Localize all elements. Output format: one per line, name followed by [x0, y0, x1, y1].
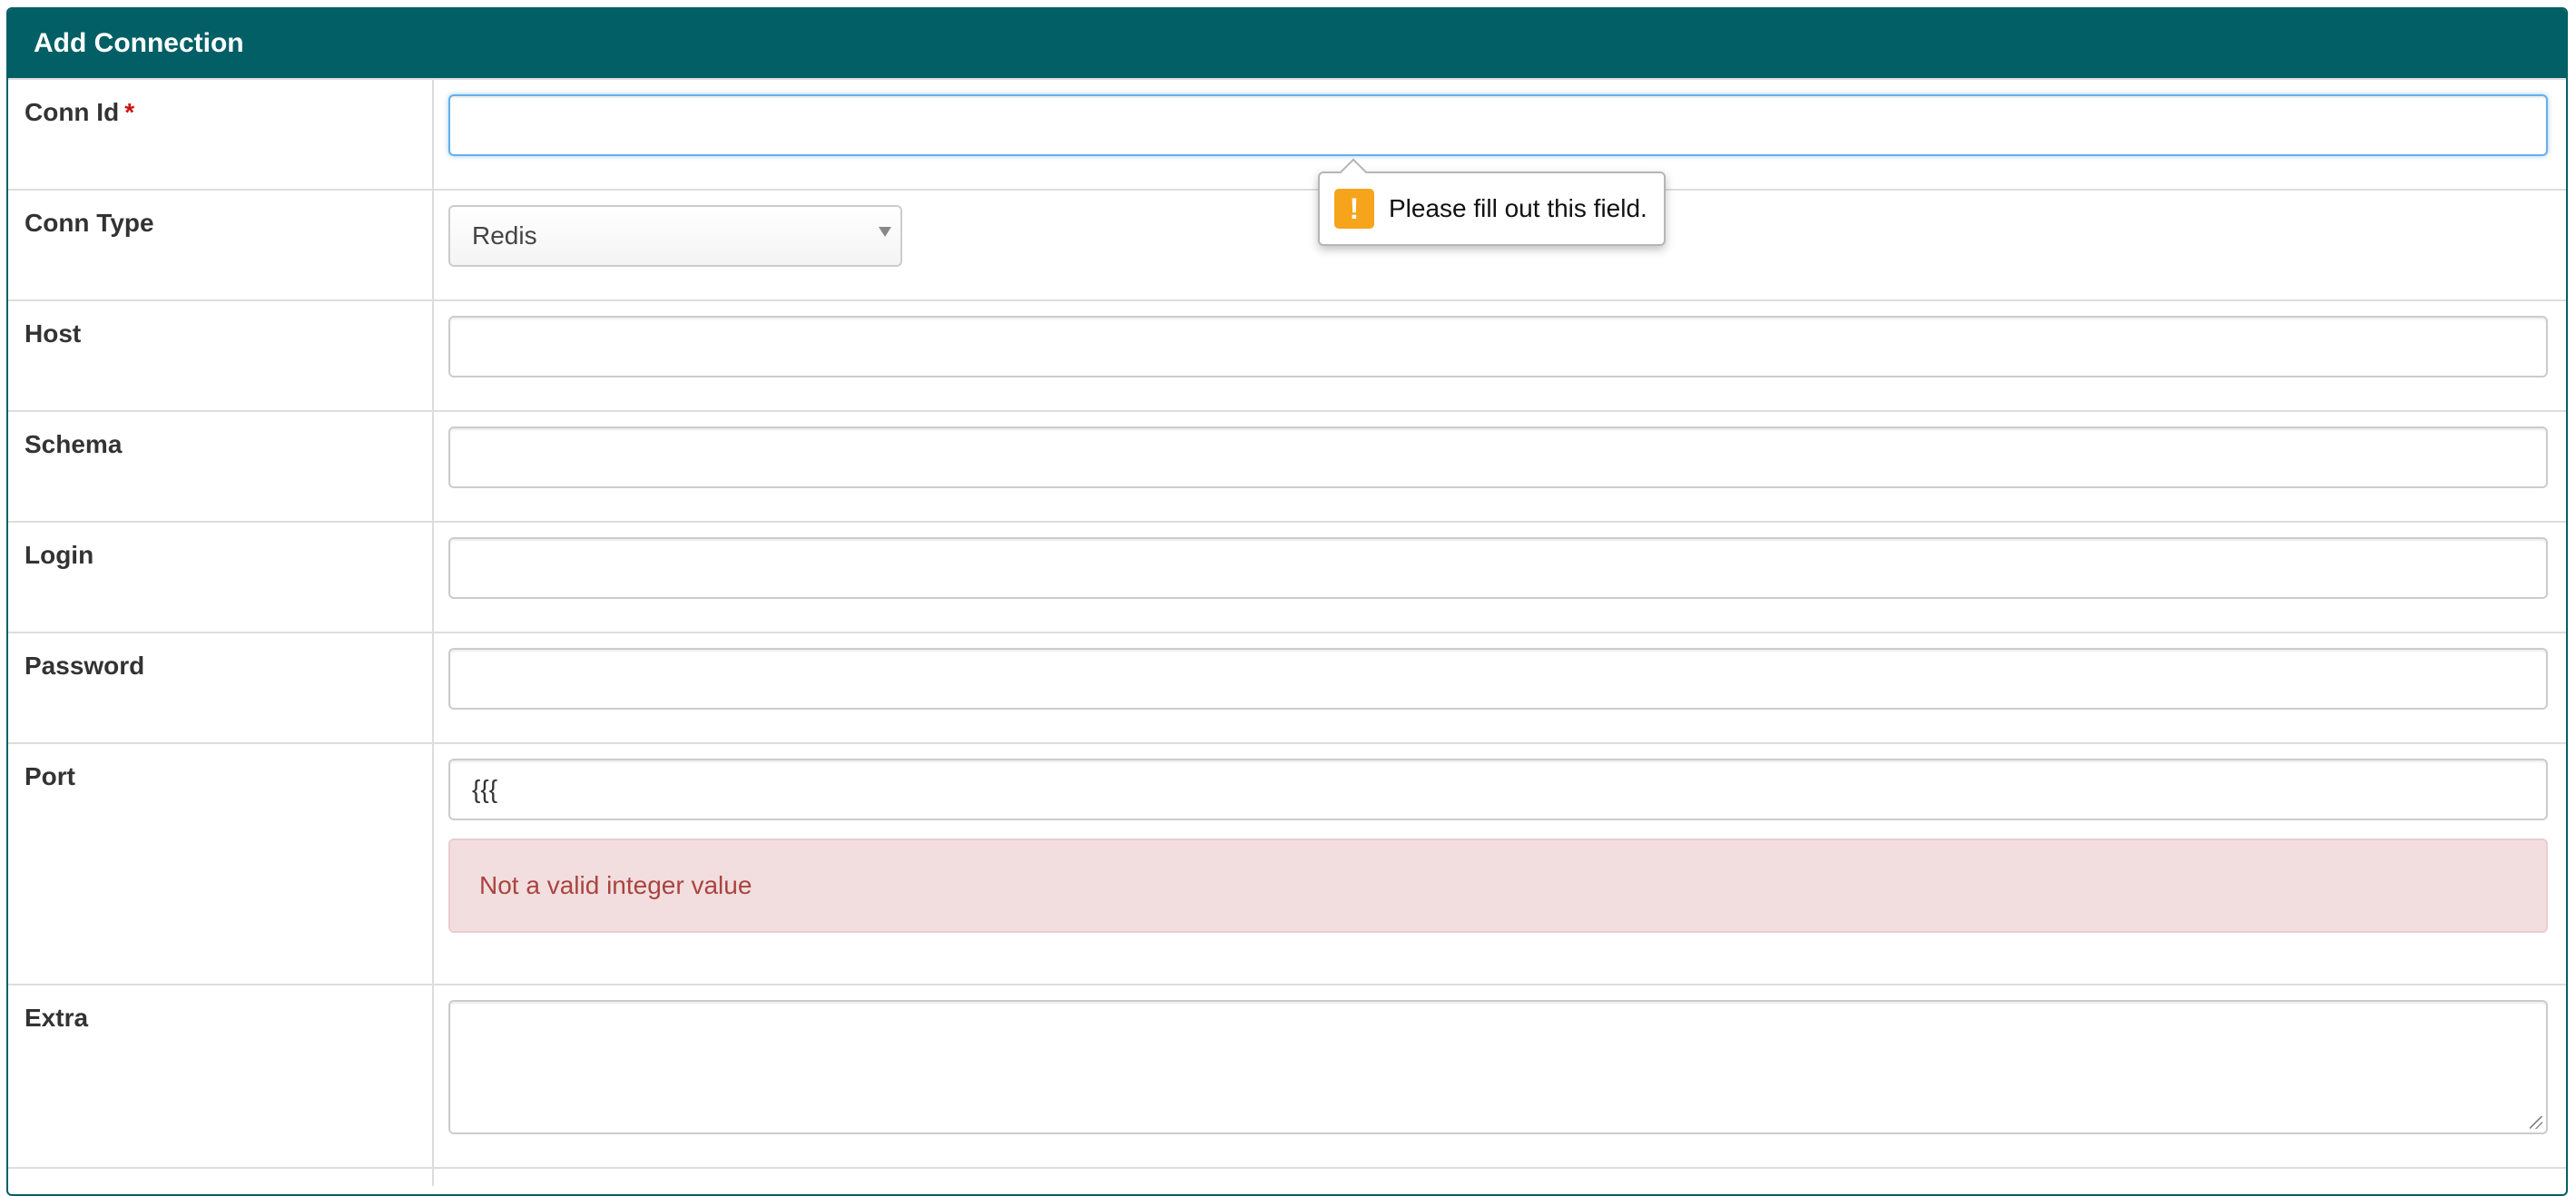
login-label-cell: Login — [8, 521, 434, 632]
add-connection-panel: Add Connection Conn Id* Conn Type Redis — [6, 7, 2568, 1196]
schema-label: Schema — [25, 430, 123, 458]
form-row-conn-id: Conn Id * — [8, 78, 2566, 190]
connection-form: Conn Id * Conn Type Redis Host Schema Lo… — [8, 78, 2566, 1186]
port-input[interactable] — [448, 759, 2548, 820]
form-row-port: Port Not a valid integer value — [8, 742, 2566, 985]
host-input[interactable] — [448, 316, 2548, 377]
host-field-cell — [433, 299, 2566, 411]
conn-type-select[interactable]: Redis — [448, 205, 902, 267]
extra-field-cell — [433, 984, 2566, 1168]
form-row-schema: Schema — [8, 410, 2566, 522]
extra-label: Extra — [25, 1004, 89, 1032]
form-row-footer — [8, 1167, 2566, 1186]
schema-label-cell: Schema — [8, 410, 434, 522]
footer-field-cell — [433, 1167, 2566, 1186]
port-error-message: Not a valid integer value — [448, 838, 2548, 933]
conn-id-label: Conn Id — [25, 98, 120, 126]
schema-field-cell — [433, 410, 2566, 522]
password-label: Password — [25, 652, 145, 680]
warning-icon: ! — [1334, 189, 1374, 229]
conn-id-input[interactable] — [448, 94, 2548, 156]
extra-textarea[interactable] — [448, 1000, 2548, 1134]
password-label-cell: Password — [8, 632, 434, 743]
validation-tooltip: ! Please fill out this field. — [1318, 158, 1666, 246]
extra-label-cell: Extra — [8, 984, 434, 1168]
port-field-cell: Not a valid integer value — [433, 742, 2566, 985]
host-label: Host — [25, 319, 82, 348]
form-row-host: Host — [8, 299, 2566, 411]
conn-id-label-cell: Conn Id * — [8, 78, 434, 190]
panel-header: Add Connection — [8, 9, 2566, 78]
chevron-down-icon — [879, 227, 891, 237]
schema-input[interactable] — [448, 426, 2548, 488]
port-label: Port — [25, 762, 75, 790]
login-field-cell — [433, 521, 2566, 632]
form-row-conn-type: Conn Type Redis — [8, 189, 2566, 300]
login-input[interactable] — [448, 537, 2548, 599]
footer-label-cell — [8, 1167, 434, 1186]
form-row-password: Password — [8, 632, 2566, 743]
conn-type-selected-value: Redis — [472, 221, 537, 250]
host-label-cell: Host — [8, 299, 434, 411]
port-label-cell: Port — [8, 742, 434, 985]
required-marker: * — [124, 98, 135, 126]
panel-title: Add Connection — [34, 28, 244, 58]
form-row-login: Login — [8, 521, 2566, 632]
tooltip-message: Please fill out this field. — [1389, 194, 1647, 222]
password-field-cell — [433, 632, 2566, 743]
resize-grip-icon[interactable] — [2530, 1116, 2542, 1129]
conn-type-label-cell: Conn Type — [8, 189, 434, 300]
form-row-extra: Extra — [8, 984, 2566, 1168]
login-label: Login — [25, 541, 94, 569]
conn-type-label: Conn Type — [25, 209, 154, 237]
password-input[interactable] — [448, 648, 2548, 710]
